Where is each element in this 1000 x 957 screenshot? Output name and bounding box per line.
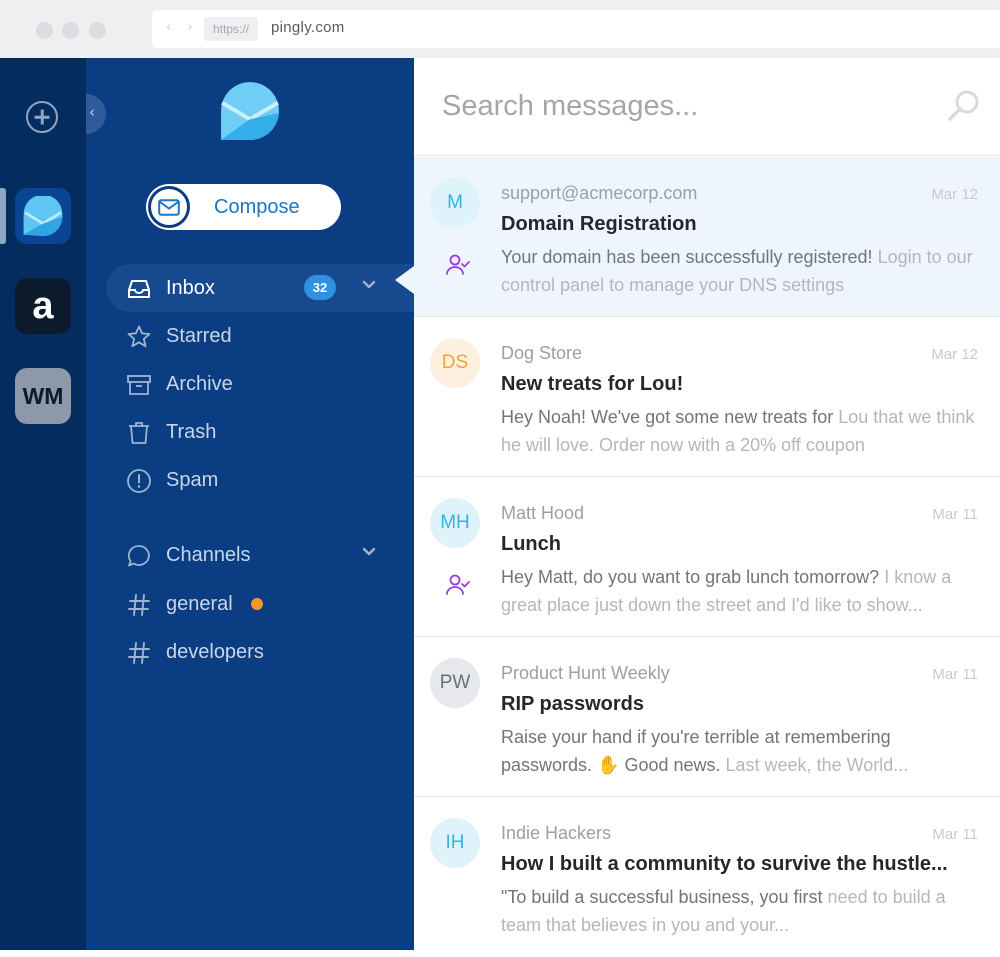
- message-subject: New treats for Lou!: [501, 373, 684, 395]
- compose-button[interactable]: Compose: [146, 184, 341, 230]
- sidebar-item-inbox[interactable]: Inbox 32: [106, 264, 414, 312]
- message-row[interactable]: IH Indie Hackers Mar 11 How I built a co…: [414, 797, 1000, 957]
- channels-label: Channels: [166, 544, 251, 566]
- message-row[interactable]: DS Dog Store Mar 12 New treats for Lou! …: [414, 317, 1000, 477]
- pingly-logo-icon: [221, 82, 279, 140]
- sidebar-item-spam[interactable]: Spam: [106, 456, 414, 504]
- account-pingly[interactable]: [15, 188, 71, 244]
- message-sender: Dog Store: [501, 343, 583, 363]
- envelope-icon: [158, 198, 180, 216]
- address-bar[interactable]: ‹ › https:// pingly.com: [152, 10, 1000, 48]
- message-preview: Raise your hand if you're terrible at re…: [501, 727, 909, 775]
- window-minimize-dot[interactable]: [62, 22, 79, 39]
- message-sender: Matt Hood: [501, 503, 585, 523]
- account-a[interactable]: a: [15, 278, 71, 334]
- search-input[interactable]: [442, 86, 922, 126]
- sidebar-item-archive[interactable]: Archive: [106, 360, 414, 408]
- avatar: DS: [430, 338, 480, 388]
- message-preview: Hey Matt, do you want to grab lunch tomo…: [501, 567, 952, 615]
- chat-bubble-icon: [127, 545, 150, 567]
- message-date: Mar 12: [931, 186, 978, 203]
- add-account-icon[interactable]: [26, 101, 58, 133]
- sidebar-item-channel-general[interactable]: general: [106, 580, 414, 628]
- sidebar-item-label: Trash: [166, 421, 217, 443]
- message-date: Mar 12: [931, 346, 978, 363]
- message-row[interactable]: MH Matt Hood Mar 11 Lunch Hey Matt, do y…: [414, 477, 1000, 637]
- browser-chrome: ‹ › https:// pingly.com: [0, 0, 1000, 58]
- channel-label: general: [166, 593, 233, 615]
- spam-icon: [127, 469, 151, 493]
- user-check-icon[interactable]: [445, 254, 471, 276]
- collapse-sidebar-button[interactable]: ‹: [86, 94, 106, 134]
- pingly-logo-icon: [23, 196, 63, 236]
- message-date: Mar 11: [932, 826, 978, 843]
- sidebar-item-label: Inbox: [166, 277, 215, 299]
- back-forward-arrows-icon[interactable]: ‹ ›: [166, 20, 199, 35]
- message-date: Mar 11: [932, 506, 978, 523]
- hashtag-icon: [128, 642, 150, 664]
- compose-label: Compose: [214, 196, 300, 218]
- trash-icon: [129, 422, 149, 444]
- message-list-pane: M support@acmecorp.com Mar 12 Domain Reg…: [414, 58, 1000, 950]
- sidebar-item-label: Spam: [166, 469, 219, 491]
- message-date: Mar 11: [932, 666, 978, 683]
- sidebar-item-channel-developers[interactable]: developers: [106, 628, 414, 676]
- sidebar-item-channels[interactable]: Channels: [106, 531, 414, 579]
- account-rail: a WM: [0, 58, 86, 950]
- sidebar-item-trash[interactable]: Trash: [106, 408, 414, 456]
- search-icon[interactable]: [946, 88, 982, 124]
- user-check-icon[interactable]: [445, 574, 471, 596]
- message-sender: Product Hunt Weekly: [501, 663, 670, 683]
- message-preview: Hey Noah! We've got some new treats for …: [501, 407, 975, 455]
- avatar: PW: [430, 658, 480, 708]
- url-protocol: https://: [204, 17, 259, 41]
- active-account-indicator: [0, 188, 6, 244]
- chevron-down-icon[interactable]: [362, 278, 376, 292]
- window-close-dot[interactable]: [36, 22, 53, 39]
- message-preview: "To build a successful business, you fir…: [501, 887, 946, 935]
- active-item-pointer: [395, 266, 414, 294]
- message-subject: How I built a community to survive the h…: [501, 853, 948, 875]
- compose-envelope: [148, 186, 190, 228]
- star-icon: [127, 325, 151, 348]
- message-row[interactable]: PW Product Hunt Weekly Mar 11 RIP passwo…: [414, 637, 1000, 797]
- window-maximize-dot[interactable]: [89, 22, 106, 39]
- message-sender: support@acmecorp.com: [501, 183, 698, 203]
- account-wm[interactable]: WM: [15, 368, 71, 424]
- message-subject: RIP passwords: [501, 693, 645, 715]
- avatar: IH: [430, 818, 480, 868]
- hashtag-icon: [128, 594, 150, 616]
- search-bar: [414, 58, 1000, 156]
- sidebar-item-label: Starred: [166, 325, 232, 347]
- archive-icon: [127, 375, 151, 395]
- message-row[interactable]: M support@acmecorp.com Mar 12 Domain Reg…: [414, 157, 1000, 317]
- inbox-icon: [128, 280, 150, 298]
- chevron-left-icon: ‹: [89, 103, 95, 121]
- avatar: M: [430, 178, 480, 228]
- mail-sidebar: ‹ Compose Inbox 32 Starred Archive Trash…: [86, 58, 414, 950]
- unread-indicator-dot: [251, 598, 263, 610]
- sidebar-item-label: Archive: [166, 373, 233, 395]
- message-subject: Domain Registration: [501, 213, 697, 235]
- message-subject: Lunch: [501, 533, 561, 555]
- message-sender: Indie Hackers: [501, 823, 612, 843]
- sidebar-item-starred[interactable]: Starred: [106, 312, 414, 360]
- message-preview: Your domain has been successfully regist…: [501, 247, 973, 295]
- avatar: MH: [430, 498, 480, 548]
- chevron-down-icon[interactable]: [362, 545, 376, 559]
- unread-count-badge: 32: [304, 275, 336, 300]
- channel-label: developers: [166, 641, 264, 663]
- url-domain[interactable]: pingly.com: [271, 19, 345, 36]
